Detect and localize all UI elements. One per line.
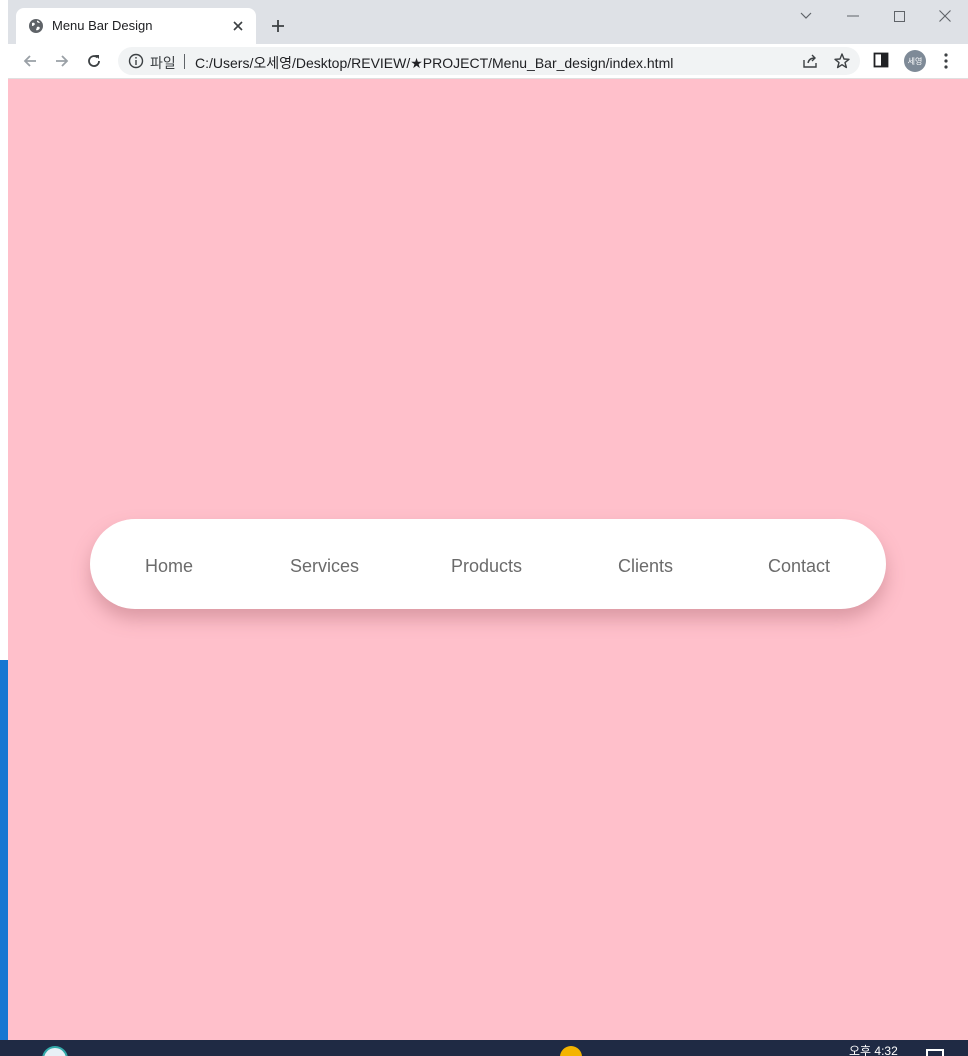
info-icon[interactable] [128,53,144,69]
close-window-icon[interactable] [933,6,957,26]
new-tab-button[interactable] [266,14,290,38]
taskbar-clock[interactable]: 오후 4:32 [849,1042,898,1056]
page-viewport: Home Services Products Clients Contact [8,79,968,1040]
menu-item-products[interactable]: Products [451,519,522,609]
profile-avatar[interactable]: 세영 [904,50,926,72]
bookmark-star-icon[interactable] [833,52,851,70]
scheme-label: 파일 [150,55,176,71]
url-text[interactable]: C:/Users/오세영/Desktop/REVIEW/★PROJECT/Men… [195,53,673,73]
tab-strip: Menu Bar Design [8,0,968,44]
globe-icon [28,18,44,34]
back-arrow-icon[interactable] [18,49,42,73]
taskbar: 오후 4:32 [0,1040,968,1056]
menu-bar: Home Services Products Clients Contact [90,519,886,609]
browser-window: Menu Bar Design 파일 C:/Users/오세영/Desktop/… [8,0,968,1040]
menu-item-home[interactable]: Home [145,519,193,609]
desktop-wallpaper [0,660,8,1040]
forward-arrow-icon[interactable] [50,49,74,73]
browser-tab[interactable]: Menu Bar Design [16,8,256,44]
menu-item-services[interactable]: Services [290,519,359,609]
tab-title: Menu Bar Design [52,18,153,33]
notification-icon[interactable] [926,1049,944,1056]
address-bar[interactable]: 파일 C:/Users/오세영/Desktop/REVIEW/★PROJECT/… [118,47,860,75]
share-icon[interactable] [801,52,819,70]
chrome-icon[interactable] [560,1046,582,1056]
minimize-icon[interactable] [841,6,865,26]
close-tab-icon[interactable] [228,16,248,36]
maximize-icon[interactable] [887,6,911,26]
side-panel-icon[interactable] [873,52,891,70]
desktop-background [0,0,8,1040]
menu-item-contact[interactable]: Contact [768,519,830,609]
more-menu-icon[interactable] [940,51,952,71]
omnibox-divider [184,54,185,69]
app-icon[interactable] [42,1046,68,1056]
reload-icon[interactable] [82,49,106,73]
menu-item-clients[interactable]: Clients [618,519,673,609]
tab-search-icon[interactable] [794,6,818,26]
browser-toolbar: 파일 C:/Users/오세영/Desktop/REVIEW/★PROJECT/… [8,44,968,79]
